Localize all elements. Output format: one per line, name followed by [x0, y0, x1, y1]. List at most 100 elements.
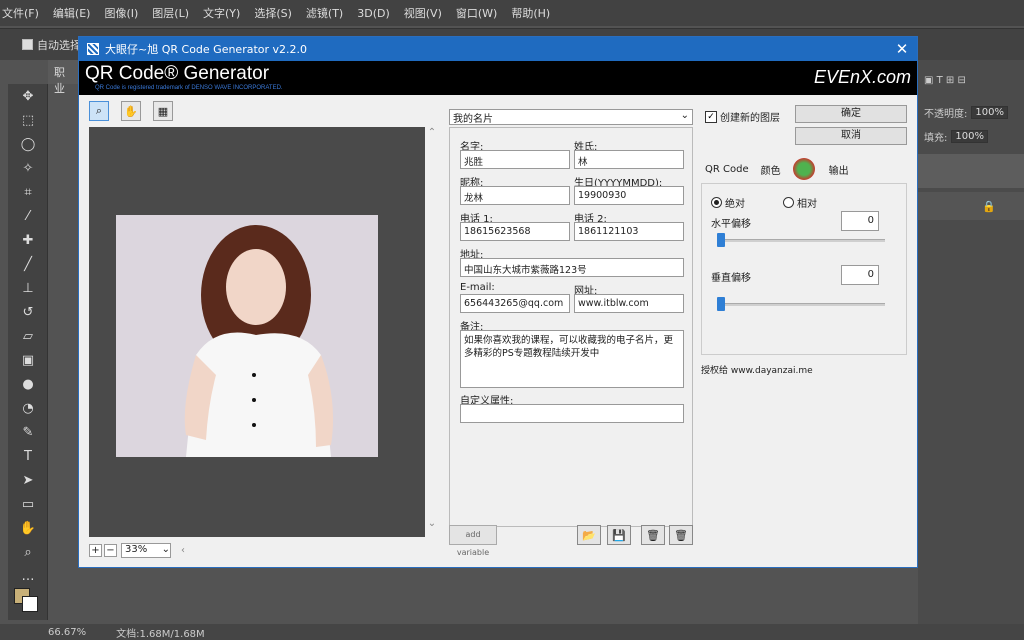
tab-qrcode[interactable]: QR Code: [705, 164, 749, 175]
blur-tool-icon[interactable]: ●: [8, 372, 48, 396]
ps-status-bar: 66.67% 文档:1.68M/1.68M: [0, 624, 1024, 640]
new-layer-option[interactable]: ✓ 创建新的图层: [705, 109, 780, 124]
menu-file[interactable]: 文件(F): [2, 5, 39, 21]
scroll-left-icon[interactable]: ‹: [181, 545, 185, 556]
birthday-field[interactable]: 19900930: [574, 186, 684, 205]
absolute-radio[interactable]: [711, 197, 722, 208]
new-layer-checkbox[interactable]: ✓: [705, 110, 717, 123]
ps-doc-tab[interactable]: 职业: [48, 60, 78, 95]
note-field[interactable]: 如果你喜欢我的课程，可以收藏我的电子名片，更多精彩的PS专题教程陆续开发中: [460, 330, 684, 388]
menu-window[interactable]: 窗口(W): [456, 5, 497, 21]
v-offset-thumb[interactable]: [717, 297, 725, 311]
position-mode: 绝对 相对: [711, 195, 817, 210]
delete-icon[interactable]: 🗑: [641, 525, 665, 545]
zoom-out-button[interactable]: −: [104, 543, 117, 557]
qr-icon[interactable]: ▦: [153, 101, 173, 121]
fill-value[interactable]: 100%: [951, 129, 988, 143]
scroll-up-icon[interactable]: ⌃: [425, 127, 439, 138]
v-offset-slider[interactable]: [717, 303, 885, 306]
lastname-field[interactable]: 林: [574, 150, 684, 169]
close-icon[interactable]: ✕: [887, 40, 917, 58]
menu-select[interactable]: 选择(S): [254, 5, 292, 21]
firstname-field[interactable]: 兆胜: [460, 150, 570, 169]
zoom-in-button[interactable]: +: [89, 543, 102, 557]
menu-layer[interactable]: 图层(L): [152, 5, 189, 21]
email-field[interactable]: 656443265@qq.com: [460, 294, 570, 313]
h-offset-field[interactable]: 0: [841, 211, 879, 231]
website-field[interactable]: www.itblw.com: [574, 294, 684, 313]
background-color-swatch[interactable]: [22, 596, 38, 612]
vcard-form: 名字: 兆胜 姓氏: 林 昵称: 龙林 生日(YYYYMMDD): 199009…: [449, 127, 693, 527]
zoom-select[interactable]: 33% ⌄: [121, 542, 171, 558]
opacity-value[interactable]: 100%: [971, 105, 1008, 119]
rectangle-tool-icon[interactable]: ▭: [8, 492, 48, 516]
tab-output[interactable]: 输出: [829, 162, 849, 177]
hand-icon[interactable]: ✋: [121, 101, 141, 121]
h-offset-slider[interactable]: [717, 239, 885, 242]
stamp-tool-icon[interactable]: ⊥: [8, 276, 48, 300]
preview-canvas[interactable]: [89, 127, 425, 537]
fill-row: 填充: 100%: [918, 124, 1024, 148]
move-tool-icon[interactable]: ✥: [8, 84, 48, 108]
menu-image[interactable]: 图像(I): [104, 5, 138, 21]
more-tools-icon[interactable]: …: [8, 564, 48, 588]
menu-3d[interactable]: 3D(D): [357, 7, 390, 20]
ps-menubar: 文件(F) 编辑(E) 图像(I) 图层(L) 文字(Y) 选择(S) 滤镜(T…: [0, 0, 1024, 26]
auto-select-checkbox[interactable]: [22, 39, 33, 50]
save-icon[interactable]: 💾: [607, 525, 631, 545]
lasso-tool-icon[interactable]: ◯: [8, 132, 48, 156]
magic-wand-icon[interactable]: ✧: [8, 156, 48, 180]
healing-brush-icon[interactable]: ✚: [8, 228, 48, 252]
menu-help[interactable]: 帮助(H): [511, 5, 550, 21]
fill-label: 填充:: [924, 132, 948, 144]
marquee-tool-icon[interactable]: ⬚: [8, 108, 48, 132]
gradient-tool-icon[interactable]: ▣: [8, 348, 48, 372]
type-tool-icon[interactable]: T: [8, 444, 48, 468]
layer-row-background[interactable]: 🔒: [918, 192, 1024, 220]
open-folder-icon[interactable]: 📂: [577, 525, 601, 545]
relative-radio[interactable]: [783, 197, 794, 208]
phone1-field[interactable]: 18615623568: [460, 222, 570, 241]
card-select-value: 我的名片: [453, 114, 493, 125]
nickname-field[interactable]: 龙林: [460, 186, 570, 205]
eraser-tool-icon[interactable]: ▱: [8, 324, 48, 348]
v-offset-label: 垂直偏移: [711, 273, 751, 284]
ps-toolbar: ✥ ⬚ ◯ ✧ ⌗ ⁄ ✚ ╱ ⊥ ↺ ▱ ▣ ● ◔ ✎ T ➤ ▭ ✋ ⌕ …: [8, 84, 48, 620]
custom-field[interactable]: [460, 404, 684, 423]
dodge-tool-icon[interactable]: ◔: [8, 396, 48, 420]
address-field[interactable]: 中国山东大城市紫薇路123号: [460, 258, 684, 277]
email-label: E-mail:: [460, 282, 495, 293]
qr-generator-dialog: 大眼仔~旭 QR Code Generator v2.2.0 ✕ QR Code…: [78, 36, 918, 568]
menu-edit[interactable]: 编辑(E): [53, 5, 91, 21]
eyedropper-icon[interactable]: ⁄: [8, 204, 48, 228]
preview-vscroll[interactable]: ⌃ ⌄: [425, 127, 439, 537]
v-offset-field[interactable]: 0: [841, 265, 879, 285]
path-select-icon[interactable]: ➤: [8, 468, 48, 492]
cancel-button[interactable]: 取消: [795, 127, 907, 145]
h-offset-thumb[interactable]: [717, 233, 725, 247]
status-zoom: 66.67%: [48, 626, 87, 638]
status-doc-size: 文档:1.68M/1.68M: [116, 628, 205, 640]
crop-tool-icon[interactable]: ⌗: [8, 180, 48, 204]
history-brush-icon[interactable]: ↺: [8, 300, 48, 324]
pen-tool-icon[interactable]: ✎: [8, 420, 48, 444]
layer-row-selected[interactable]: [918, 154, 1024, 188]
tab-color[interactable]: 颜色: [761, 162, 781, 177]
add-variable-button[interactable]: add variable: [449, 525, 497, 557]
hand-tool-icon[interactable]: ✋: [8, 516, 48, 540]
tab-position[interactable]: [792, 158, 815, 180]
menu-filter[interactable]: 滤镜(T): [306, 5, 343, 21]
zoom-tool-icon[interactable]: ⌕: [8, 540, 48, 564]
brush-tool-icon[interactable]: ╱: [8, 252, 48, 276]
menu-view[interactable]: 视图(V): [404, 5, 442, 21]
relative-label: 相对: [797, 199, 817, 210]
zoom-icon[interactable]: ⌕: [89, 101, 109, 121]
delete-all-icon[interactable]: 🗑: [669, 525, 693, 545]
card-select[interactable]: 我的名片 ⌄: [449, 109, 693, 125]
phone2-field[interactable]: 1861121103: [574, 222, 684, 241]
dialog-titlebar[interactable]: 大眼仔~旭 QR Code Generator v2.2.0 ✕: [79, 37, 917, 61]
preview-bottom-bar: + − 33% ⌄ ‹: [89, 542, 429, 558]
ok-button[interactable]: 确定: [795, 105, 907, 123]
scroll-down-icon[interactable]: ⌄: [425, 518, 439, 529]
menu-type[interactable]: 文字(Y): [203, 5, 240, 21]
